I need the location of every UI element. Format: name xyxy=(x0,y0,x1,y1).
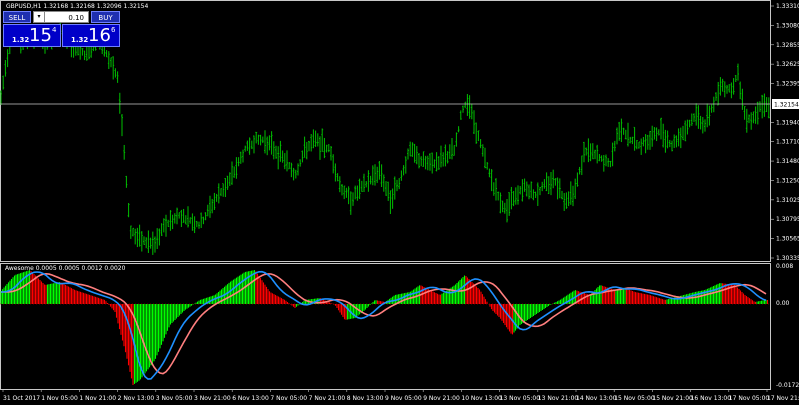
time-label: 10 Nov 13:00 xyxy=(461,395,502,402)
indicator-axis-label: -0.0172 xyxy=(776,382,799,389)
sell-quote[interactable]: 1.32 15 4 xyxy=(3,24,61,47)
indicator-axis-label: 0.008 xyxy=(776,263,793,270)
indicator-axis-label: 0.00 xyxy=(776,300,790,307)
sell-button[interactable]: SELL xyxy=(3,11,31,23)
price-label: 1.30565 xyxy=(776,236,799,243)
time-axis: 31 Oct 2017 1 Nov 05:00 1 Nov 21:00 2 Nov 1… xyxy=(2,389,799,402)
lot-size-input[interactable]: ▾ 0.10 xyxy=(33,11,89,23)
time-label: 17 Nov 21:00 xyxy=(767,395,799,402)
sell-quote-big: 15 xyxy=(29,25,52,46)
time-label: 13 Nov 05:00 xyxy=(500,395,541,402)
time-label: 2 Nov 13:00 xyxy=(118,395,155,402)
time-label: 13 Nov 21:00 xyxy=(538,395,579,402)
time-label: 9 Nov 21:00 xyxy=(423,395,460,402)
price-label: 1.30335 xyxy=(776,255,799,262)
price-axis: 1.33310 1.33080 1.32855 1.32625 1.32395 1.319… xyxy=(770,3,799,262)
time-label: 7 Nov 21:00 xyxy=(309,395,346,402)
price-label: 1.32855 xyxy=(776,42,799,49)
price-label: 1.31480 xyxy=(776,158,799,165)
time-label: 17 Nov 05:00 xyxy=(729,395,770,402)
time-label: 8 Nov 13:00 xyxy=(347,395,384,402)
window-title: GBPUSD,H1 1.32168 1.32168 1.32096 1.3215… xyxy=(6,3,148,10)
price-label: 1.33080 xyxy=(776,22,799,29)
time-label: 15 Nov 05:00 xyxy=(614,395,655,402)
time-label: 1 Nov 21:00 xyxy=(79,395,116,402)
price-label: 1.32625 xyxy=(776,61,799,68)
time-label: 16 Nov 13:00 xyxy=(691,395,732,402)
indicator-axis: 0.008 0.00 -0.0172 xyxy=(776,263,799,389)
ma-slow-line xyxy=(1,272,767,375)
price-label: 1.33310 xyxy=(776,3,799,10)
price-label: 1.30795 xyxy=(776,216,799,223)
sell-quote-prefix: 1.32 xyxy=(12,36,30,44)
ma-fast-line xyxy=(1,270,767,380)
ao-histogram xyxy=(0,270,769,385)
indicator-title: Awesome 0.0005 0.0005 0.0012 0.0020 xyxy=(5,265,126,272)
time-label: 7 Nov 05:00 xyxy=(270,395,307,402)
indicator-frame xyxy=(0,263,771,390)
price-label: 1.31025 xyxy=(776,197,799,204)
buy-quote-prefix: 1.32 xyxy=(71,36,89,44)
sell-quote-sup: 4 xyxy=(52,26,57,34)
lot-dropdown-icon[interactable]: ▾ xyxy=(34,12,45,22)
buy-quote-big: 16 xyxy=(88,25,111,46)
time-label: 14 Nov 13:00 xyxy=(576,395,617,402)
price-label: 1.32395 xyxy=(776,81,799,88)
buy-button[interactable]: BUY xyxy=(91,11,120,23)
chart-canvas[interactable]: 1.33310 1.33080 1.32855 1.32625 1.32395 1.319… xyxy=(0,0,799,405)
time-label: 3 Nov 21:00 xyxy=(194,395,231,402)
price-label: 1.31250 xyxy=(776,177,799,184)
price-label: 1.31710 xyxy=(776,139,799,146)
time-label: 1 Nov 05:00 xyxy=(41,395,78,402)
one-click-trading-panel: SELL ▾ 0.10 BUY 1.32 15 4 1.32 16 6 xyxy=(3,11,120,47)
time-label: 3 Nov 05:00 xyxy=(156,395,193,402)
buy-quote-sup: 6 xyxy=(111,26,116,34)
time-label: 15 Nov 21:00 xyxy=(652,395,693,402)
buy-quote[interactable]: 1.32 16 6 xyxy=(62,24,120,47)
current-price-label: 1.32154 xyxy=(774,102,799,109)
price-bars xyxy=(0,18,770,255)
time-label: 6 Nov 13:00 xyxy=(232,395,269,402)
current-price-tag: 1.32154 xyxy=(772,99,799,109)
time-label: 9 Nov 05:00 xyxy=(385,395,422,402)
price-label: 1.31940 xyxy=(776,119,799,126)
time-label: 31 Oct 2017 xyxy=(3,395,40,402)
lot-value: 0.10 xyxy=(68,14,84,22)
